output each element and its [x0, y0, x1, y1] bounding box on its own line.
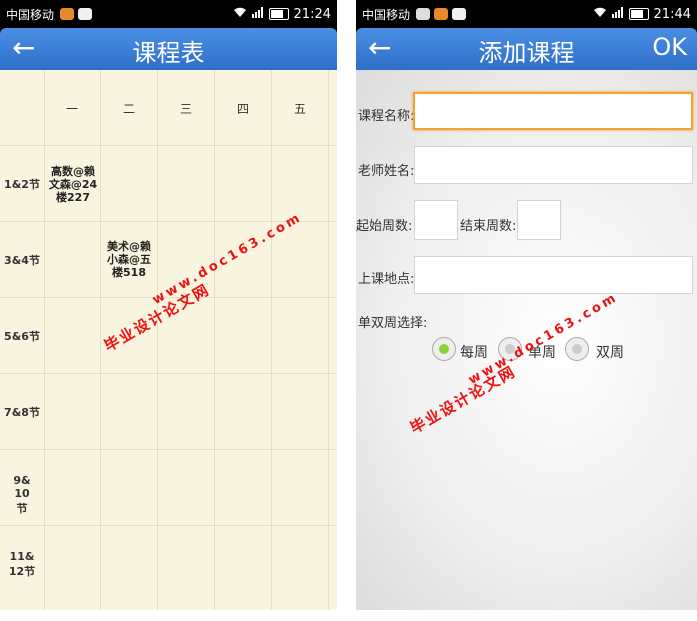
notification-icon [434, 8, 449, 20]
period-label: 7&8节 [4, 406, 40, 419]
watermark-url: www.doc163.com [150, 209, 306, 308]
day-header-tue: 二 [122, 102, 135, 116]
signal-icon [611, 7, 624, 21]
watermark-url: www.doc163.com [466, 289, 622, 388]
android-icon [78, 8, 93, 20]
location-label: 上课地点: [358, 272, 415, 287]
radio-every-week[interactable] [432, 337, 456, 361]
carrier-name: 中国移动 [362, 7, 411, 22]
start-week-label: 起始周数: [356, 219, 413, 234]
status-bar: 中国移动 21:24 [0, 0, 337, 28]
android-icon [452, 8, 467, 20]
battery-icon [268, 8, 289, 20]
watermark-text: 毕业设计论文网 [407, 362, 520, 438]
period-label: 9&10节 [13, 474, 31, 515]
start-week-input[interactable] [414, 200, 458, 240]
wifi-icon [593, 7, 607, 21]
image-icon [416, 8, 431, 20]
title-bar: ← 添加课程 OK [356, 28, 697, 70]
radio-even-week[interactable] [565, 337, 589, 361]
course-name-input[interactable] [413, 92, 693, 130]
teacher-label: 老师姓名: [358, 164, 415, 179]
signal-icon [251, 7, 264, 21]
add-course-form: 课程名称: 老师姓名: 起始周数: 结束周数: 上课地点: 单双周选择: 每周 … [356, 70, 697, 610]
title-bar: ← 课程表 [0, 28, 337, 70]
page-title: 课程表 [132, 39, 205, 67]
day-header-mon: 一 [65, 102, 78, 116]
add-course-screen: 中国移动 21:44 ← 添加课程 OK 课程名称: 老师姓名: 起始周数: 结… [356, 0, 697, 610]
period-label: 1&2节 [4, 178, 40, 191]
clock: 21:24 [293, 6, 331, 22]
schedule-screen: 中国移动 21:24 ← 课程表 一 二 三 四 五 1&2节 3&4节 5&6… [0, 0, 337, 610]
day-header-fri: 五 [293, 102, 306, 116]
carrier-name: 中国移动 [6, 7, 55, 22]
option-every-week: 每周 [460, 345, 488, 361]
period-label: 3&4节 [4, 254, 40, 267]
ok-button[interactable]: OK [652, 33, 687, 61]
wifi-icon [233, 7, 247, 21]
day-header-wed: 三 [179, 102, 192, 116]
battery-icon [628, 8, 649, 20]
clock: 21:44 [653, 6, 691, 22]
course-cell[interactable]: 美术@赖小森@五楼518 [101, 240, 157, 279]
option-even-week: 双周 [596, 345, 624, 361]
status-bar: 中国移动 21:44 [356, 0, 697, 28]
period-label: 11&12节 [8, 550, 36, 578]
end-week-input[interactable] [517, 200, 561, 240]
day-header-thu: 四 [236, 102, 249, 116]
teacher-name-input[interactable] [414, 146, 693, 184]
notification-icon [60, 8, 75, 20]
course-name-label: 课程名称: [358, 109, 415, 124]
period-label: 5&6节 [4, 330, 40, 343]
end-week-label: 结束周数: [460, 219, 517, 234]
course-cell[interactable]: 高数@赖文森@24楼227 [45, 165, 101, 204]
page-title: 添加课程 [478, 39, 575, 67]
week-type-label: 单双周选择: [358, 316, 428, 331]
timetable-grid: 一 二 三 四 五 1&2节 3&4节 5&6节 7&8节 9&10节 11&1… [0, 70, 337, 610]
location-input[interactable] [414, 256, 693, 294]
